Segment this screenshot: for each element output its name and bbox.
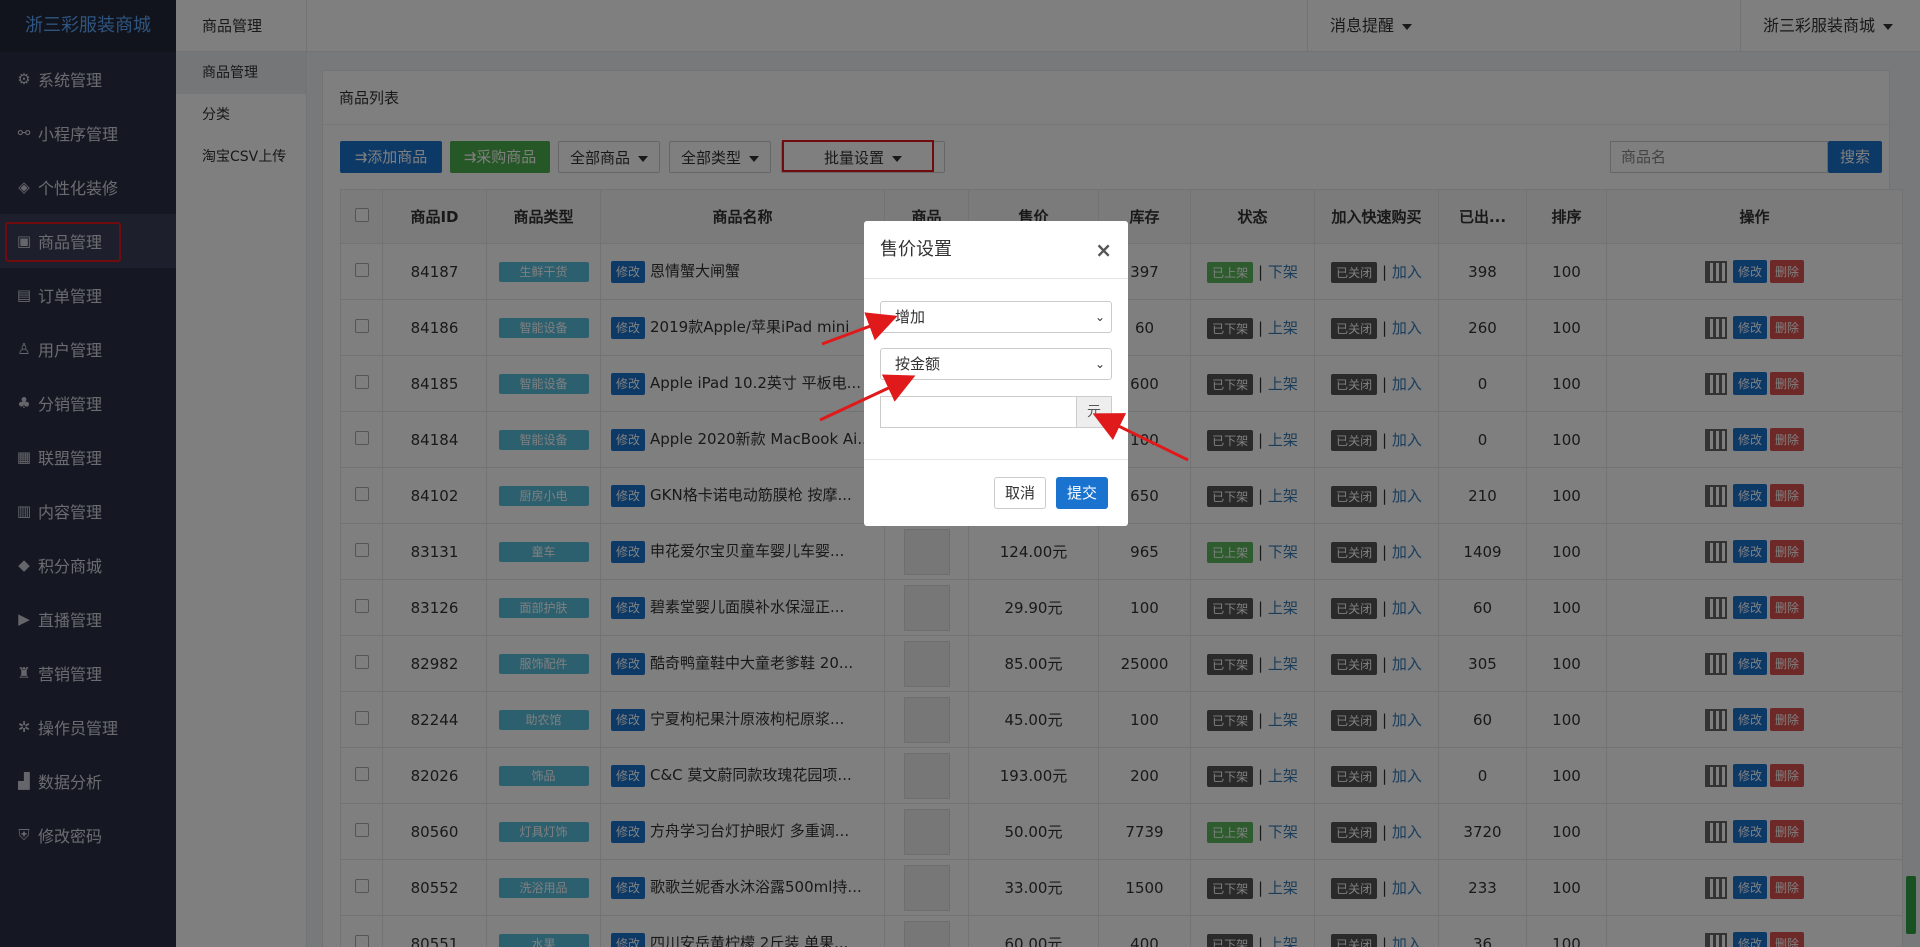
amount-input-group: 元 [880, 396, 1112, 428]
modal-header: 售价设置 × [864, 221, 1128, 279]
currency-unit-addon: 元 [1076, 396, 1112, 428]
amount-input[interactable] [880, 396, 1076, 428]
chevron-down-icon: ⌄ [1094, 357, 1105, 371]
cancel-button[interactable]: 取消 [994, 477, 1047, 509]
modal-title: 售价设置 [880, 239, 952, 260]
adjust-mode-value: 增加 [895, 308, 926, 326]
modal-footer: 取消 提交 [864, 459, 1128, 526]
chevron-down-icon: ⌄ [1094, 310, 1105, 324]
price-settings-modal: 售价设置 × 增加 ⌄ 按金额 ⌄ 元 取消 提交 [864, 221, 1128, 526]
adjust-method-select[interactable]: 按金额 ⌄ [880, 348, 1112, 380]
submit-button[interactable]: 提交 [1056, 477, 1109, 509]
adjust-method-value: 按金额 [895, 355, 941, 373]
close-icon[interactable]: × [1095, 221, 1112, 279]
adjust-mode-select[interactable]: 增加 ⌄ [880, 301, 1112, 333]
